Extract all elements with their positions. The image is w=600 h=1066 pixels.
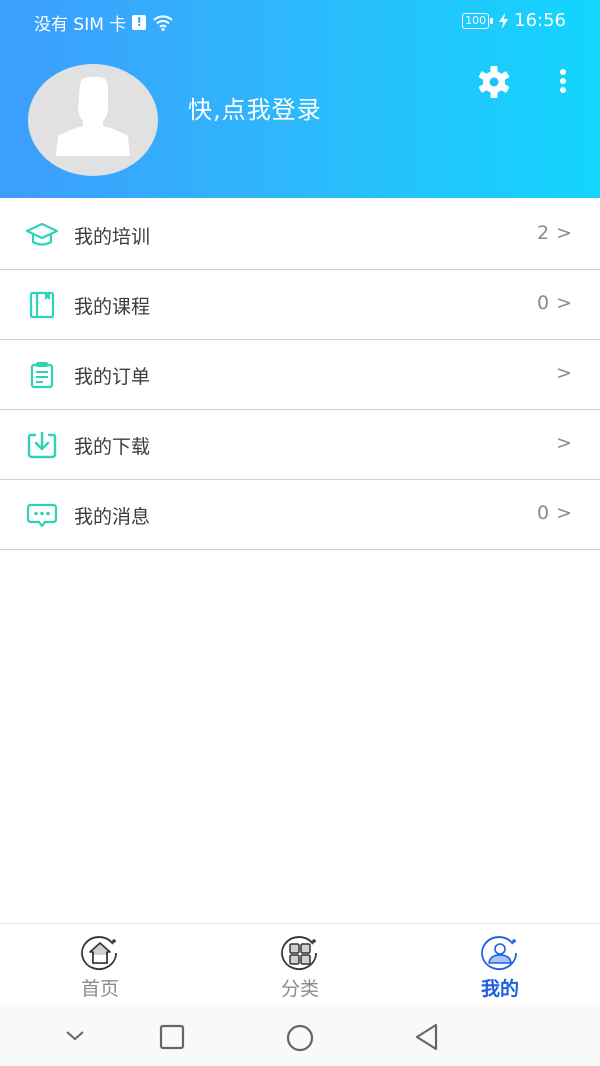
collapse-chevron-icon[interactable] [64,1029,86,1043]
more-vertical-icon[interactable] [550,66,576,98]
message-icon [26,503,58,528]
tab-category[interactable]: 分类 [240,924,360,1006]
sim-alert-icon: ! [132,15,147,30]
bottom-tab-bar: 首页 分类 我的 [0,923,600,1005]
menu-right: 0 > [537,502,572,524]
charging-icon [499,12,509,29]
menu-count: 0 [536,292,550,314]
system-nav-bar [0,1005,600,1066]
clipboard-icon [30,362,54,389]
battery-icon: 100 [462,12,494,29]
chevron-right-icon: > [556,292,572,314]
menu-list: 我的培训 2 > 我的课程 0 > 我的订单 > 我的下载 > 我的消息 0 > [0,200,600,550]
menu-label: 我的订单 [74,366,151,388]
menu-right: > [549,362,572,384]
carrier-text: 没有 SIM 卡 [34,15,127,35]
wifi-icon [153,14,173,31]
menu-label: 我的下载 [74,436,151,458]
chevron-right-icon: > [556,222,572,244]
recents-square-icon[interactable] [158,1023,186,1051]
tab-label: 首页 [80,978,119,1000]
menu-item-training[interactable]: 我的培训 2 > [0,200,600,270]
menu-label: 我的消息 [74,506,151,528]
chevron-right-icon: > [556,502,572,524]
home-circle-icon[interactable] [284,1022,316,1054]
status-right: 100 16:56 [462,10,566,31]
download-icon [27,431,57,459]
avatar[interactable] [28,64,158,176]
menu-count: 2 [536,222,550,244]
menu-item-downloads[interactable]: 我的下载 > [0,410,600,480]
tab-label: 我的 [480,978,519,1000]
tab-profile[interactable]: 我的 [440,924,560,1006]
menu-count: 0 [536,502,550,524]
menu-item-messages[interactable]: 我的消息 0 > [0,480,600,550]
menu-right: > [549,432,572,454]
home-icon [81,936,117,970]
login-prompt[interactable]: 快,点我登录 [188,90,322,125]
profile-icon [481,936,517,970]
user-placeholder-icon [56,77,130,156]
back-triangle-icon[interactable] [412,1021,442,1053]
tab-home[interactable]: 首页 [40,924,160,1006]
clock: 16:56 [514,10,566,31]
book-icon [29,291,55,319]
menu-right: 0 > [537,292,572,314]
menu-label: 我的培训 [74,226,151,248]
menu-item-orders[interactable]: 我的订单 > [0,340,600,410]
chevron-right-icon: > [556,362,572,384]
category-grid-icon [281,936,317,970]
menu-label: 我的课程 [74,296,151,318]
menu-item-courses[interactable]: 我的课程 0 > [0,270,600,340]
graduation-cap-icon [25,222,59,246]
gear-icon[interactable] [476,64,512,100]
chevron-right-icon: > [556,432,572,454]
status-left: 没有 SIM 卡 ! [34,10,174,35]
menu-right: 2 > [537,222,572,244]
status-bar: 没有 SIM 卡 ! 100 16:56 [0,0,600,42]
tab-label: 分类 [280,978,319,1000]
profile-header: 没有 SIM 卡 ! 100 16:56 快,点我登录 [0,0,600,198]
